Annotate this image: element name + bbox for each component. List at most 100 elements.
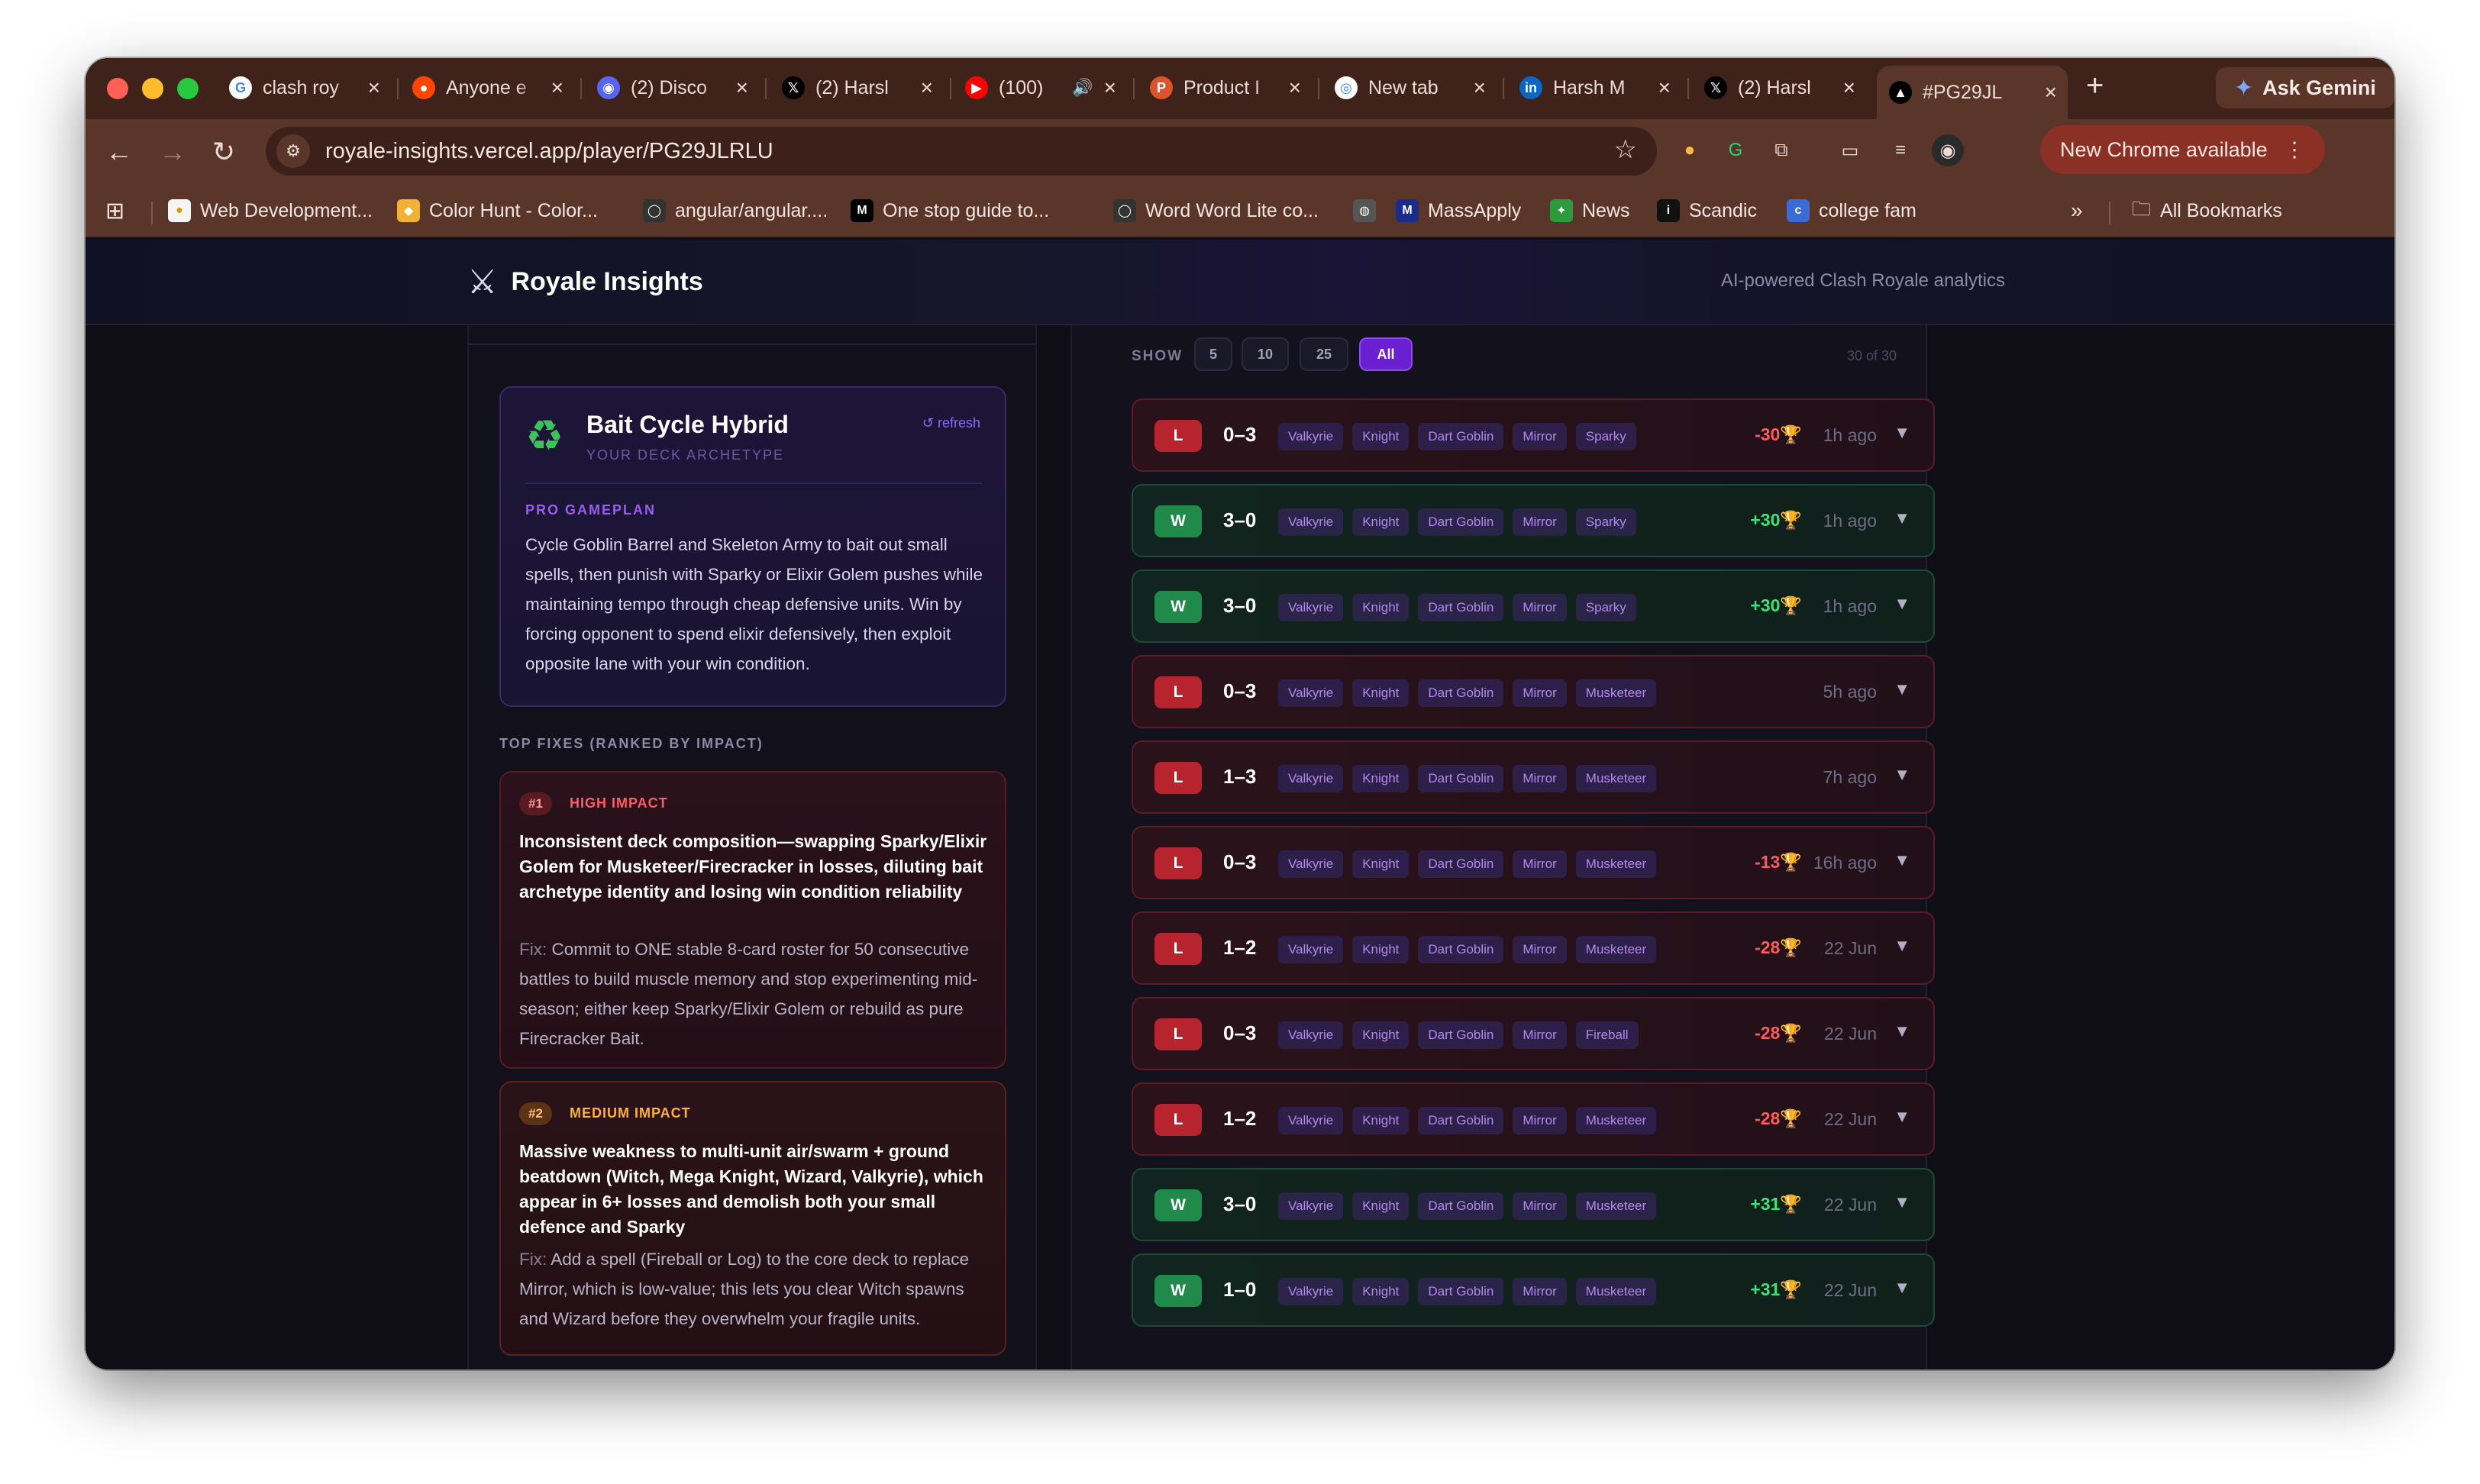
card-tag: Mirror xyxy=(1513,679,1567,707)
tab-title: #PG29JL xyxy=(1923,81,2003,103)
show-10-button[interactable]: 10 xyxy=(1242,337,1289,371)
more-bookmarks-icon[interactable]: » xyxy=(2071,195,2083,226)
browser-tab[interactable]: ▶ (100) 🔊 × xyxy=(953,66,1127,110)
tab-divider xyxy=(1318,78,1319,99)
maximize-window-button[interactable] xyxy=(177,78,199,99)
address-bar[interactable]: ⚙ royale-insights.vercel.app/player/PG29… xyxy=(266,127,1657,176)
card-tag: Mirror xyxy=(1513,423,1567,450)
chevron-down-icon[interactable]: ▼ xyxy=(1894,1021,1910,1041)
brand-logo[interactable]: ⚔ Royale Insights xyxy=(467,263,703,302)
close-tab-icon[interactable]: × xyxy=(2045,80,2057,105)
result-badge: L xyxy=(1154,762,1202,794)
card-tag: Mirror xyxy=(1513,1107,1567,1134)
browser-tab[interactable]: 𝕏 (2) Harsl × xyxy=(1692,66,1866,110)
bookmark-star-icon[interactable]: ☆ xyxy=(1614,134,1637,165)
apps-grid-icon[interactable]: ⊞ xyxy=(105,195,124,226)
bookmark-item[interactable]: ● Web Development... xyxy=(168,195,373,226)
x-icon: 𝕏 xyxy=(1704,76,1727,99)
card-tag: Dart Goblin xyxy=(1418,936,1504,963)
tab-title: clash roy xyxy=(263,76,340,98)
back-icon[interactable]: ← xyxy=(105,136,133,168)
battle-time: 7h ago xyxy=(1823,767,1877,787)
new-chrome-available-button[interactable]: New Chrome available ⋮ xyxy=(2040,125,2325,174)
battle-row[interactable]: L 1–2 Valkyrie Knight Dart Goblin Mirror Muske… xyxy=(1132,911,1935,985)
url-text[interactable]: royale-insights.vercel.app/player/PG29JL… xyxy=(325,139,773,164)
chevron-down-icon[interactable]: ▼ xyxy=(1894,1278,1910,1298)
close-tab-icon[interactable]: × xyxy=(736,76,748,100)
close-tab-icon[interactable]: × xyxy=(1289,76,1301,100)
close-tab-icon[interactable]: × xyxy=(551,76,563,100)
chevron-down-icon[interactable]: ▼ xyxy=(1894,679,1910,699)
extensions-puzzle-icon[interactable]: ⧉ xyxy=(1765,134,1797,166)
battle-row[interactable]: L 1–3 Valkyrie Knight Dart Goblin Mirror Muske… xyxy=(1132,740,1935,814)
minimize-window-button[interactable] xyxy=(142,78,163,99)
side-panel-icon[interactable]: ▭ xyxy=(1834,134,1866,166)
close-tab-icon[interactable]: × xyxy=(921,76,933,100)
bookmark-item[interactable]: i Scandic xyxy=(1657,195,1757,226)
extension-icon[interactable]: ● xyxy=(1674,134,1706,166)
media-control-icon[interactable]: ≡ xyxy=(1884,134,1917,166)
profile-avatar[interactable]: ◉ xyxy=(1932,134,1964,166)
chevron-down-icon[interactable]: ▼ xyxy=(1894,765,1910,785)
browser-tab[interactable]: in Harsh M × xyxy=(1507,66,1681,110)
card-tag: Dart Goblin xyxy=(1418,765,1504,792)
chevron-down-icon[interactable]: ▼ xyxy=(1894,423,1910,443)
battle-row[interactable]: L 0–3 Valkyrie Knight Dart Goblin Mirror Muske… xyxy=(1132,826,1935,899)
fix-title: Inconsistent deck composition—swapping S… xyxy=(519,831,987,902)
chevron-down-icon[interactable]: ▼ xyxy=(1894,1192,1910,1212)
battle-row[interactable]: L 0–3 Valkyrie Knight Dart Goblin Mirror Fireb… xyxy=(1132,997,1935,1070)
card-tag: Knight xyxy=(1352,1192,1410,1220)
chevron-down-icon[interactable]: ▼ xyxy=(1894,508,1910,528)
battle-row[interactable]: L 0–3 Valkyrie Knight Dart Goblin Mirror Spark… xyxy=(1132,398,1935,472)
colorhunt-icon: ◆ xyxy=(397,199,420,222)
bookmark-item[interactable]: M One stop guide to... xyxy=(851,195,1049,226)
close-tab-icon[interactable]: × xyxy=(1474,76,1486,100)
show-all-button[interactable]: All xyxy=(1359,337,1413,371)
battle-row[interactable]: L 1–2 Valkyrie Knight Dart Goblin Mirror Muske… xyxy=(1132,1082,1935,1156)
browser-tab[interactable]: ◎ New tab × xyxy=(1322,66,1497,110)
battle-row[interactable]: L 0–3 Valkyrie Knight Dart Goblin Mirror Muske… xyxy=(1132,655,1935,728)
chevron-down-icon[interactable]: ▼ xyxy=(1894,594,1910,614)
trophy-change: -28🏆 xyxy=(1755,937,1802,957)
forward-icon[interactable]: → xyxy=(159,136,186,168)
deck-cards: Valkyrie Knight Dart Goblin Mirror Musketeer xyxy=(1278,936,1657,963)
bookmark-item[interactable]: ✦ News xyxy=(1550,195,1630,226)
browser-tab[interactable]: ◉ (2) Disco × xyxy=(585,66,759,110)
chevron-down-icon[interactable]: ▼ xyxy=(1894,1107,1910,1127)
close-tab-icon[interactable]: × xyxy=(1843,76,1855,100)
all-bookmarks-button[interactable]: 🗀 All Bookmarks xyxy=(2132,195,2282,226)
bookmark-item[interactable]: ◯ Word Word Lite co... xyxy=(1113,195,1319,226)
bookmark-item[interactable]: ◍ xyxy=(1353,195,1376,226)
browser-tab[interactable]: ▲ #PG29JL × xyxy=(1877,66,2068,119)
chevron-down-icon[interactable]: ▼ xyxy=(1894,850,1910,870)
site-info-icon[interactable]: ⚙ xyxy=(276,134,310,168)
show-25-button[interactable]: 25 xyxy=(1300,337,1348,371)
grammarly-icon[interactable]: G xyxy=(1720,134,1752,166)
bookmark-item[interactable]: M MassApply xyxy=(1396,195,1521,226)
speaker-icon[interactable]: 🔊 xyxy=(1072,78,1093,98)
bookmark-item[interactable]: ◆ Color Hunt - Color... xyxy=(397,195,598,226)
browser-tab[interactable]: 𝕏 (2) Harsl × xyxy=(770,66,944,110)
refresh-button[interactable]: ↺ refresh xyxy=(922,415,980,431)
bookmark-item[interactable]: c college fam xyxy=(1787,195,1917,226)
browser-tab[interactable]: P Product I × xyxy=(1138,66,1312,110)
close-tab-icon[interactable]: × xyxy=(1658,76,1671,100)
close-tab-icon[interactable]: × xyxy=(1104,76,1116,100)
battle-row[interactable]: W 3–0 Valkyrie Knight Dart Goblin Mirror Spark… xyxy=(1132,484,1935,557)
chevron-down-icon[interactable]: ▼ xyxy=(1894,936,1910,956)
deck-cards: Valkyrie Knight Dart Goblin Mirror Musketeer xyxy=(1278,850,1657,878)
new-tab-button[interactable]: + xyxy=(2086,69,2104,103)
close-window-button[interactable] xyxy=(107,78,128,99)
card-tag: Knight xyxy=(1352,594,1410,621)
battle-row[interactable]: W 3–0 Valkyrie Knight Dart Goblin Mirror Spark… xyxy=(1132,569,1935,643)
bookmark-item[interactable]: ◯ angular/angular.... xyxy=(643,195,828,226)
reload-icon[interactable]: ↻ xyxy=(212,136,235,168)
close-tab-icon[interactable]: × xyxy=(368,76,380,100)
battle-row[interactable]: W 3–0 Valkyrie Knight Dart Goblin Mirror Muske… xyxy=(1132,1168,1935,1241)
battle-row[interactable]: W 1–0 Valkyrie Knight Dart Goblin Mirror Muske… xyxy=(1132,1253,1935,1327)
browser-tab[interactable]: ● Anyone e × xyxy=(400,66,574,110)
ask-gemini-button[interactable]: ✦ Ask Gemini xyxy=(2216,67,2394,108)
browser-tab[interactable]: Gclash roy × xyxy=(217,66,391,110)
show-5-button[interactable]: 5 xyxy=(1194,337,1232,371)
vercel-icon: ▲ xyxy=(1889,81,1912,104)
